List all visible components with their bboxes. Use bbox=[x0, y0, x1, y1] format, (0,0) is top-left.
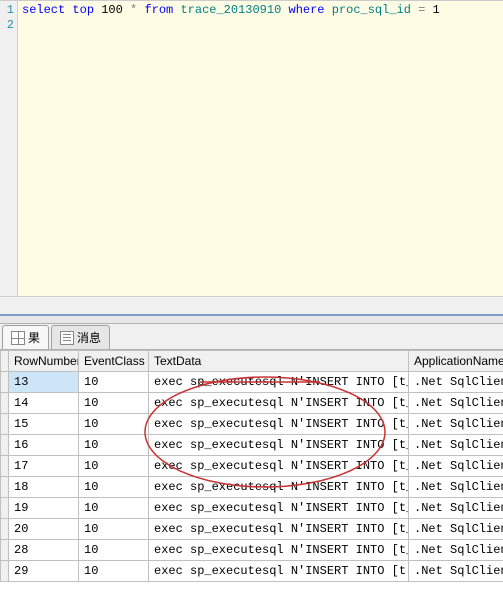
row-header[interactable] bbox=[1, 435, 9, 456]
row-header[interactable] bbox=[1, 498, 9, 519]
editor-scrollbar[interactable] bbox=[0, 296, 503, 314]
col-textdata[interactable]: TextData bbox=[149, 351, 409, 372]
cell[interactable]: 20 bbox=[9, 519, 79, 540]
cell[interactable]: 10 bbox=[79, 561, 149, 582]
cell[interactable]: exec sp_executesql N'INSERT INTO [t i bbox=[149, 561, 409, 582]
cell[interactable]: exec sp_executesql N'INSERT INTO [t_i... bbox=[149, 519, 409, 540]
cell[interactable]: exec sp_executesql N'INSERT INTO [t_i... bbox=[149, 498, 409, 519]
table-row[interactable]: 1710exec sp_executesql N'INSERT INTO [t_… bbox=[1, 456, 503, 477]
code-line[interactable]: select top 100 * from trace_20130910 whe… bbox=[22, 3, 499, 18]
row-header[interactable] bbox=[1, 561, 9, 582]
cell[interactable]: 10 bbox=[79, 498, 149, 519]
tab-messages[interactable]: 消息 bbox=[51, 325, 110, 349]
cell[interactable]: 10 bbox=[79, 540, 149, 561]
table-row[interactable]: 1910exec sp_executesql N'INSERT INTO [t_… bbox=[1, 498, 503, 519]
cell[interactable]: 18 bbox=[9, 477, 79, 498]
cell[interactable]: 10 bbox=[79, 519, 149, 540]
cell[interactable]: 10 bbox=[79, 372, 149, 393]
cell[interactable]: exec sp_executesql N'INSERT INTO [t_i... bbox=[149, 540, 409, 561]
table-row[interactable]: 1610exec sp_executesql N'INSERT INTO [t_… bbox=[1, 435, 503, 456]
cell[interactable]: 10 bbox=[79, 477, 149, 498]
col-eventclass[interactable]: EventClass bbox=[79, 351, 149, 372]
results-grid[interactable]: RowNumber EventClass TextData Applicatio… bbox=[0, 350, 503, 600]
cell[interactable]: 13 bbox=[9, 372, 79, 393]
cell[interactable]: 19 bbox=[9, 498, 79, 519]
col-applicationname[interactable]: ApplicationName bbox=[409, 351, 503, 372]
cell[interactable]: 16 bbox=[9, 435, 79, 456]
cell[interactable]: .Net SqlClient D bbox=[409, 561, 503, 582]
messages-icon bbox=[60, 331, 74, 345]
cell[interactable]: .Net SqlClient D bbox=[409, 435, 503, 456]
cell[interactable]: 28 bbox=[9, 540, 79, 561]
cell[interactable]: .Net SqlClient D bbox=[409, 498, 503, 519]
sql-editor[interactable]: 12 select top 100 * from trace_20130910 … bbox=[0, 0, 503, 296]
table-row[interactable]: 2810exec sp_executesql N'INSERT INTO [t_… bbox=[1, 540, 503, 561]
cell[interactable]: .Net SqlClient D bbox=[409, 540, 503, 561]
table-row[interactable]: 2910exec sp_executesql N'INSERT INTO [t … bbox=[1, 561, 503, 582]
cell[interactable]: 15 bbox=[9, 414, 79, 435]
table-row[interactable]: 1310exec sp_executesql N'INSERT INTO [t_… bbox=[1, 372, 503, 393]
code-area[interactable]: select top 100 * from trace_20130910 whe… bbox=[18, 1, 503, 296]
row-header[interactable] bbox=[1, 456, 9, 477]
cell[interactable]: .Net SqlClient D bbox=[409, 372, 503, 393]
tab-results[interactable]: 果 bbox=[2, 325, 49, 349]
cell[interactable]: .Net SqlClient D bbox=[409, 519, 503, 540]
table-row[interactable]: 1510exec sp_executesql N'INSERT INTO [t_… bbox=[1, 414, 503, 435]
cell[interactable]: 29 bbox=[9, 561, 79, 582]
row-header[interactable] bbox=[1, 540, 9, 561]
cell[interactable]: .Net SqlClient D bbox=[409, 456, 503, 477]
result-tabs: 果 消息 bbox=[0, 324, 503, 350]
line-gutter: 12 bbox=[0, 1, 18, 296]
cell[interactable]: 10 bbox=[79, 456, 149, 477]
line-number: 2 bbox=[0, 18, 14, 33]
results-pane: 果 消息 RowNumber EventClass TextData Appli… bbox=[0, 324, 503, 600]
cell[interactable]: .Net SqlClient D bbox=[409, 393, 503, 414]
code-line[interactable] bbox=[22, 18, 499, 33]
grid-icon bbox=[11, 331, 25, 345]
row-header[interactable] bbox=[1, 414, 9, 435]
row-header[interactable] bbox=[1, 393, 9, 414]
line-number: 1 bbox=[0, 3, 14, 18]
cell[interactable]: exec sp_executesql N'INSERT INTO [t_i... bbox=[149, 372, 409, 393]
table-row[interactable]: 2010exec sp_executesql N'INSERT INTO [t_… bbox=[1, 519, 503, 540]
table-row[interactable]: 1410exec sp_executesql N'INSERT INTO [t_… bbox=[1, 393, 503, 414]
cell[interactable]: exec sp_executesql N'INSERT INTO [t_i... bbox=[149, 456, 409, 477]
header-row: RowNumber EventClass TextData Applicatio… bbox=[1, 351, 503, 372]
cell[interactable]: .Net SqlClient D bbox=[409, 414, 503, 435]
row-header[interactable] bbox=[1, 519, 9, 540]
cell[interactable]: exec sp_executesql N'INSERT INTO [t_i... bbox=[149, 414, 409, 435]
cell[interactable]: .Net SqlClient D bbox=[409, 477, 503, 498]
col-rownumber[interactable]: RowNumber bbox=[9, 351, 79, 372]
table-row[interactable]: 1810exec sp_executesql N'INSERT INTO [t_… bbox=[1, 477, 503, 498]
cell[interactable]: 10 bbox=[79, 393, 149, 414]
corner-cell bbox=[1, 351, 9, 372]
row-header[interactable] bbox=[1, 477, 9, 498]
cell[interactable]: 10 bbox=[79, 414, 149, 435]
cell[interactable]: exec sp_executesql N'INSERT INTO [t_i... bbox=[149, 393, 409, 414]
tab-results-label: 果 bbox=[28, 329, 40, 346]
cell[interactable]: 17 bbox=[9, 456, 79, 477]
grid-body: 1310exec sp_executesql N'INSERT INTO [t_… bbox=[1, 372, 503, 582]
tab-messages-label: 消息 bbox=[77, 329, 101, 346]
row-header[interactable] bbox=[1, 372, 9, 393]
cell[interactable]: exec sp_executesql N'INSERT INTO [t_i... bbox=[149, 435, 409, 456]
splitter[interactable] bbox=[0, 314, 503, 324]
cell[interactable]: exec sp_executesql N'INSERT INTO [t_i... bbox=[149, 477, 409, 498]
cell[interactable]: 10 bbox=[79, 435, 149, 456]
cell[interactable]: 14 bbox=[9, 393, 79, 414]
